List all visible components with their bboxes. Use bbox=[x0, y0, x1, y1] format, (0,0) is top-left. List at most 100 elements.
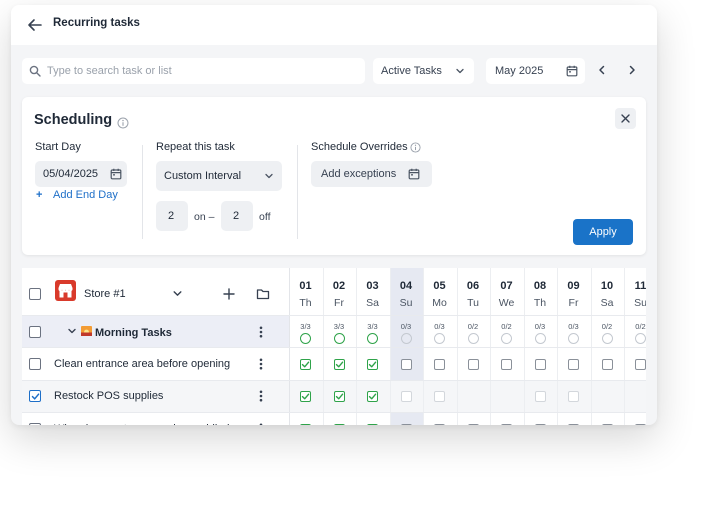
task-filter-value: Active Tasks bbox=[381, 65, 442, 77]
add-exceptions-button[interactable]: Add exceptions bbox=[311, 161, 432, 187]
interval-on-input[interactable]: 2 bbox=[156, 201, 188, 231]
chevron-down-icon bbox=[456, 68, 464, 74]
prev-month-icon[interactable] bbox=[595, 63, 609, 77]
day-count: 0/2 bbox=[635, 322, 646, 331]
day-task-checkbox[interactable] bbox=[333, 359, 345, 370]
day-task-checkbox[interactable] bbox=[467, 424, 479, 425]
completion-ring bbox=[635, 333, 646, 344]
task-checkbox[interactable] bbox=[29, 390, 41, 402]
overrides-label: Schedule Overrides bbox=[311, 141, 408, 153]
day-weekday: Sa bbox=[600, 297, 614, 309]
day-task-checkbox[interactable] bbox=[635, 424, 646, 425]
day-task-checkbox[interactable] bbox=[400, 391, 412, 402]
search-input[interactable] bbox=[47, 62, 357, 80]
day-number: 06 bbox=[466, 280, 480, 292]
day-task-checkbox[interactable] bbox=[434, 391, 445, 402]
more-options-icon[interactable] bbox=[259, 390, 263, 402]
task-label: Restock POS supplies bbox=[54, 390, 164, 402]
day-task-checkbox[interactable] bbox=[501, 359, 512, 370]
day-weekday: Fr bbox=[334, 297, 344, 309]
repeat-value: Custom Interval bbox=[164, 170, 242, 182]
apply-button[interactable]: Apply bbox=[573, 219, 633, 245]
chevron-down-icon[interactable] bbox=[172, 288, 183, 299]
start-day-label: Start Day bbox=[35, 141, 81, 153]
day-task-checkbox[interactable] bbox=[434, 359, 445, 370]
interval-off-input[interactable]: 2 bbox=[221, 201, 253, 231]
day-task-checkbox[interactable] bbox=[400, 424, 412, 425]
day-number: 04 bbox=[399, 280, 413, 292]
day-count: 0/2 bbox=[601, 322, 613, 331]
day-task-checkbox[interactable] bbox=[300, 359, 311, 370]
arrow-left-icon[interactable] bbox=[25, 15, 45, 35]
day-task-checkbox[interactable] bbox=[601, 359, 613, 370]
day-task-checkbox[interactable] bbox=[367, 359, 378, 370]
check-icon bbox=[368, 361, 377, 368]
day-task-checkbox[interactable] bbox=[601, 424, 613, 425]
day-weekday: Tu bbox=[467, 297, 479, 309]
day-count: 3/3 bbox=[300, 322, 311, 331]
divider bbox=[297, 145, 298, 239]
day-task-checkbox[interactable] bbox=[635, 359, 646, 370]
more-options-icon[interactable] bbox=[259, 358, 263, 370]
more-options-icon[interactable] bbox=[259, 423, 263, 425]
more-options-icon[interactable] bbox=[259, 326, 263, 338]
month-picker[interactable]: May 2025 bbox=[486, 58, 585, 84]
group-checkbox[interactable] bbox=[29, 326, 41, 338]
folder-icon[interactable] bbox=[256, 287, 270, 301]
day-task-checkbox[interactable] bbox=[568, 359, 579, 370]
check-icon bbox=[368, 393, 377, 400]
day-task-checkbox[interactable] bbox=[534, 391, 546, 402]
repeat-dropdown[interactable]: Custom Interval bbox=[156, 161, 282, 191]
repeat-label: Repeat this task bbox=[156, 141, 235, 153]
day-task-checkbox[interactable] bbox=[568, 424, 579, 425]
day-task-checkbox[interactable] bbox=[367, 391, 378, 402]
day-weekday: Sa bbox=[366, 297, 379, 309]
chevron-down-icon bbox=[265, 173, 273, 179]
row-divider bbox=[22, 412, 646, 413]
info-icon[interactable] bbox=[117, 117, 129, 129]
info-icon[interactable] bbox=[410, 142, 421, 153]
close-panel-button[interactable] bbox=[615, 108, 636, 129]
task-checkbox[interactable] bbox=[29, 358, 41, 370]
day-count: 0/3 bbox=[400, 322, 412, 331]
completion-ring bbox=[300, 333, 311, 344]
day-task-checkbox[interactable] bbox=[300, 424, 311, 425]
day-task-checkbox[interactable] bbox=[568, 391, 579, 402]
day-task-checkbox[interactable] bbox=[367, 424, 378, 425]
chevron-down-icon[interactable] bbox=[67, 326, 77, 336]
day-task-checkbox[interactable] bbox=[534, 424, 546, 425]
day-weekday: Su bbox=[399, 297, 413, 309]
on-label: on – bbox=[194, 211, 215, 223]
completion-ring bbox=[467, 333, 479, 344]
scheduling-title: Scheduling bbox=[34, 112, 113, 128]
day-task-checkbox[interactable] bbox=[333, 391, 345, 402]
search-icon bbox=[29, 65, 41, 77]
day-task-checkbox[interactable] bbox=[300, 391, 311, 402]
day-task-checkbox[interactable] bbox=[534, 359, 546, 370]
completion-ring bbox=[501, 333, 512, 344]
completion-ring bbox=[434, 333, 445, 344]
calendar-icon bbox=[408, 168, 420, 180]
completion-ring bbox=[534, 333, 546, 344]
day-weekday: We bbox=[498, 297, 515, 309]
search-box[interactable] bbox=[22, 58, 365, 84]
day-number: 08 bbox=[533, 280, 547, 292]
day-task-checkbox[interactable] bbox=[501, 424, 512, 425]
completion-ring bbox=[400, 333, 412, 344]
plus-icon[interactable] bbox=[222, 287, 236, 301]
day-task-checkbox[interactable] bbox=[467, 359, 479, 370]
day-task-checkbox[interactable] bbox=[333, 424, 345, 425]
add-end-day-label: Add End Day bbox=[53, 189, 118, 201]
task-checkbox[interactable] bbox=[29, 423, 41, 425]
start-day-field[interactable]: 05/04/2025 bbox=[35, 161, 127, 187]
completion-ring bbox=[568, 333, 579, 344]
check-icon bbox=[335, 361, 343, 368]
task-filter-dropdown[interactable]: Active Tasks bbox=[373, 58, 474, 84]
day-count: 3/3 bbox=[333, 322, 345, 331]
day-task-checkbox[interactable] bbox=[400, 359, 412, 370]
add-end-day-link[interactable]: + Add End Day bbox=[36, 189, 118, 201]
page-title: Recurring tasks bbox=[53, 17, 140, 29]
select-all-checkbox[interactable] bbox=[29, 288, 41, 300]
day-task-checkbox[interactable] bbox=[434, 424, 445, 425]
next-month-icon[interactable] bbox=[625, 63, 639, 77]
